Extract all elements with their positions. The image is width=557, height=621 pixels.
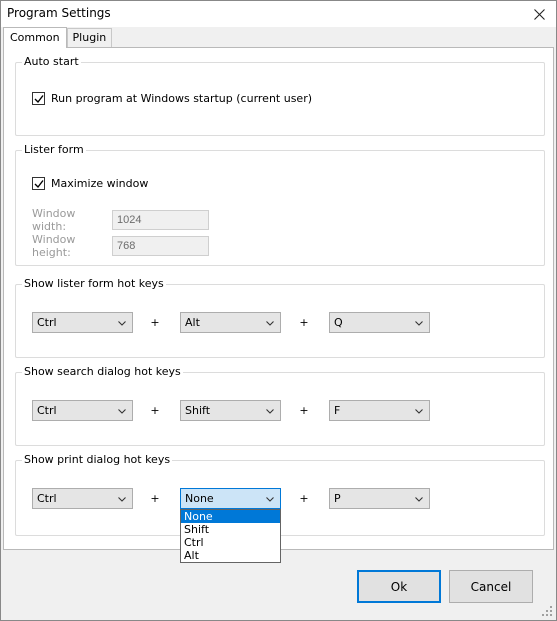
chevron-down-icon — [266, 409, 274, 414]
plus-separator: + — [299, 404, 309, 417]
print-modifier2-value: None — [185, 492, 214, 505]
lister-key-value: Q — [334, 316, 343, 329]
dropdown-option-alt[interactable]: Alt — [181, 549, 280, 562]
window-width-field[interactable] — [112, 210, 209, 230]
chevron-down-icon — [266, 497, 274, 502]
chevron-down-icon — [266, 321, 274, 326]
plus-separator: + — [150, 316, 160, 329]
run-at-startup-label: Run program at Windows startup (current … — [51, 92, 313, 105]
lister-form-group-title: Lister form — [22, 143, 86, 156]
program-settings-window: Program Settings Common Plugin Auto star… — [0, 0, 557, 621]
auto-start-group-title: Auto start — [22, 55, 81, 68]
search-key-value: F — [334, 404, 341, 417]
dropdown-option-none[interactable]: None — [181, 510, 280, 523]
lister-hotkeys-group: Show lister form hot keys Ctrl + Alt + Q — [15, 277, 545, 358]
checkmark-icon — [34, 94, 44, 103]
plus-separator: + — [150, 492, 160, 505]
plus-separator: + — [299, 492, 309, 505]
lister-key-select[interactable]: Q — [329, 312, 430, 333]
window-height-field[interactable] — [112, 236, 209, 256]
lister-modifier1-select[interactable]: Ctrl — [32, 312, 133, 333]
search-modifier2-select[interactable]: Shift — [180, 400, 281, 421]
chevron-down-icon — [118, 497, 126, 502]
maximize-window-label: Maximize window — [51, 177, 149, 190]
lister-modifier2-value: Alt — [185, 316, 200, 329]
tab-strip: Common Plugin — [3, 27, 113, 48]
lister-form-group: Lister form Maximize window Window width… — [15, 143, 545, 266]
window-height-row: Window height: — [32, 233, 209, 259]
auto-start-group: Auto start Run program at Windows startu… — [15, 55, 545, 136]
maximize-window-checkbox[interactable] — [32, 177, 45, 190]
dropdown-option-shift[interactable]: Shift — [181, 523, 280, 536]
search-modifier1-select[interactable]: Ctrl — [32, 400, 133, 421]
run-at-startup-checkbox[interactable] — [32, 92, 45, 105]
print-modifier2-select[interactable]: None — [180, 488, 281, 509]
chevron-down-icon — [415, 497, 423, 502]
checkmark-icon — [34, 179, 44, 188]
print-key-value: P — [334, 492, 341, 505]
ok-button[interactable]: Ok — [357, 570, 441, 603]
tab-plugin[interactable]: Plugin — [66, 28, 113, 48]
print-hotkeys-group: Show print dialog hot keys Ctrl + None +… — [15, 453, 545, 563]
search-key-select[interactable]: F — [329, 400, 430, 421]
chevron-down-icon — [118, 409, 126, 414]
title-bar: Program Settings — [1, 1, 556, 27]
run-at-startup-row[interactable]: Run program at Windows startup (current … — [32, 92, 312, 105]
chevron-down-icon — [118, 321, 126, 326]
window-title: Program Settings — [7, 6, 111, 20]
cancel-button[interactable]: Cancel — [449, 570, 533, 603]
search-modifier1-value: Ctrl — [37, 404, 57, 417]
plus-separator: + — [299, 316, 309, 329]
search-hotkeys-group: Show search dialog hot keys Ctrl + Shift… — [15, 365, 545, 446]
print-hotkeys-group-title: Show print dialog hot keys — [22, 453, 173, 466]
dropdown-option-ctrl[interactable]: Ctrl — [181, 536, 280, 549]
search-modifier2-value: Shift — [185, 404, 211, 417]
common-tab-panel: Auto start Run program at Windows startu… — [3, 47, 554, 563]
tab-common[interactable]: Common — [3, 27, 67, 48]
window-height-label: Window height: — [32, 233, 76, 259]
close-icon — [533, 8, 545, 20]
lister-modifier2-select[interactable]: Alt — [180, 312, 281, 333]
print-modifier2-dropdown-list: None Shift Ctrl Alt — [180, 509, 281, 563]
print-key-select[interactable]: P — [329, 488, 430, 509]
print-modifier1-select[interactable]: Ctrl — [32, 488, 133, 509]
maximize-window-row[interactable]: Maximize window — [32, 177, 148, 190]
window-width-label: Window width: — [32, 207, 76, 233]
chevron-down-icon — [415, 409, 423, 414]
close-button[interactable] — [522, 1, 556, 27]
lister-modifier1-value: Ctrl — [37, 316, 57, 329]
lister-hotkeys-group-title: Show lister form hot keys — [22, 277, 166, 290]
search-hotkeys-group-title: Show search dialog hot keys — [22, 365, 183, 378]
plus-separator: + — [150, 404, 160, 417]
resize-grip-icon[interactable] — [542, 606, 553, 617]
window-width-row: Window width: — [32, 207, 209, 233]
print-modifier1-value: Ctrl — [37, 492, 57, 505]
chevron-down-icon — [415, 321, 423, 326]
